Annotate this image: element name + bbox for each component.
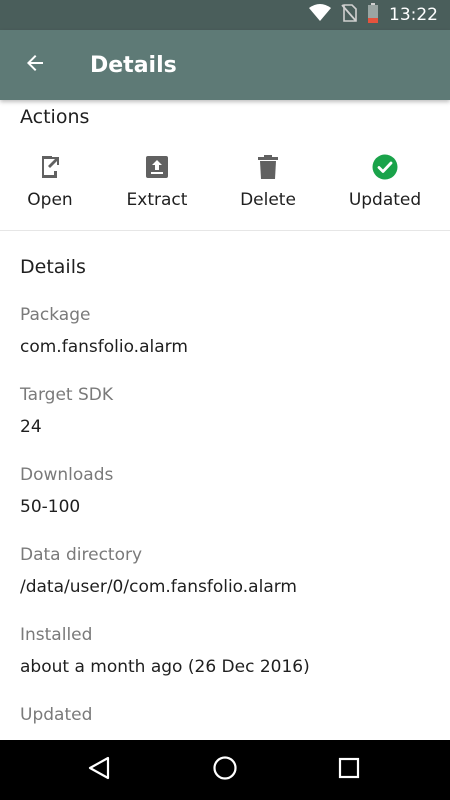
- status-time: 13:22: [389, 5, 438, 25]
- upload-box-icon: [145, 150, 169, 184]
- detail-item-data-directory: Data directory /data/user/0/com.fansfoli…: [20, 545, 297, 597]
- detail-value: 24: [20, 417, 42, 437]
- wifi-icon: [309, 4, 331, 26]
- home-circle-icon: [212, 755, 238, 785]
- detail-key: Data directory: [20, 545, 143, 565]
- back-triangle-icon: [88, 756, 110, 784]
- app-bar: Details: [0, 30, 450, 100]
- detail-value: /data/user/0/com.fansfolio.alarm: [20, 577, 297, 597]
- detail-item-downloads: Downloads 50-100: [20, 465, 113, 517]
- detail-key: Downloads: [20, 465, 114, 485]
- open-button[interactable]: Open: [14, 150, 86, 220]
- updated-label: Updated: [348, 190, 422, 210]
- detail-key: Updated: [20, 705, 93, 725]
- details-section-title: Details: [20, 256, 86, 278]
- extract-label: Extract: [126, 190, 188, 210]
- nav-back-button[interactable]: [69, 740, 129, 800]
- detail-item-updated: Updated: [20, 705, 92, 737]
- extract-button[interactable]: Extract: [120, 150, 194, 220]
- delete-button[interactable]: Delete: [234, 150, 302, 220]
- updated-button[interactable]: Updated: [344, 150, 426, 220]
- detail-key: Installed: [20, 625, 93, 645]
- status-bar: 13:22: [0, 0, 450, 30]
- nav-recents-button[interactable]: [319, 740, 379, 800]
- battery-low-icon: [367, 3, 379, 27]
- page-title: Details: [90, 52, 177, 78]
- detail-key: Package: [20, 305, 91, 325]
- section-divider: [0, 230, 450, 231]
- delete-label: Delete: [240, 190, 296, 210]
- recents-square-icon: [338, 757, 360, 783]
- detail-value: 50-100: [20, 497, 81, 517]
- no-sim-icon: [341, 4, 357, 26]
- detail-value: com.fansfolio.alarm: [20, 337, 188, 357]
- actions-row: Open Extract Delete Updated: [0, 150, 450, 220]
- detail-item-installed: Installed about a month ago (26 Dec 2016…: [20, 625, 310, 677]
- open-label: Open: [27, 190, 73, 210]
- detail-item-target-sdk: Target SDK 24: [20, 385, 113, 437]
- detail-item-package: Package com.fansfolio.alarm: [20, 305, 188, 357]
- detail-key: Target SDK: [20, 385, 114, 405]
- details-content[interactable]: Actions Open Extract Delete Updated Deta…: [0, 100, 450, 740]
- arrow-left-icon: [23, 51, 47, 79]
- actions-section-title: Actions: [20, 106, 90, 128]
- back-button[interactable]: [0, 30, 70, 100]
- open-external-icon: [38, 150, 62, 184]
- nav-home-button[interactable]: [195, 740, 255, 800]
- check-circle-icon: [372, 150, 398, 184]
- detail-value: about a month ago (26 Dec 2016): [20, 657, 310, 677]
- trash-icon: [258, 150, 278, 184]
- navigation-bar: [0, 740, 450, 800]
